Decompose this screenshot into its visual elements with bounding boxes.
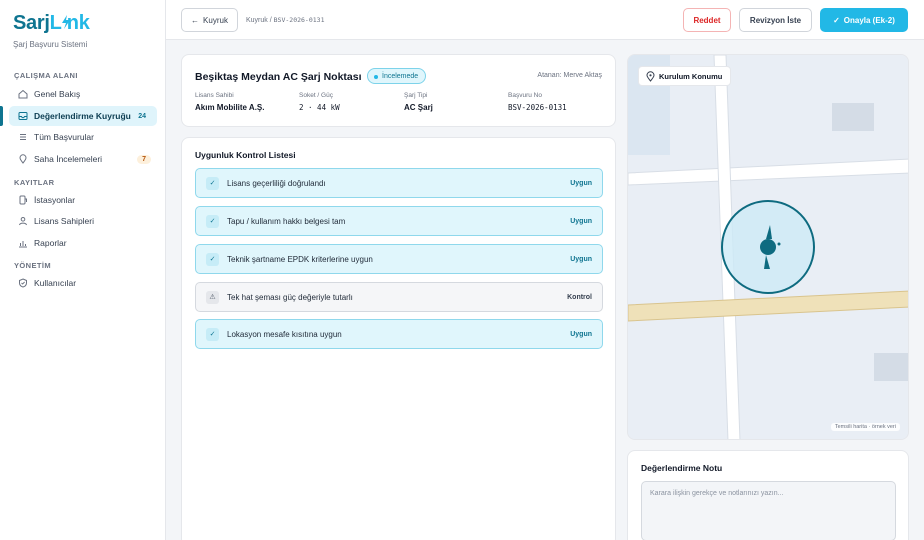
compliance-checklist-card: Uygunluk Kontrol Listesi ✓ Lisans geçerl… [181, 137, 616, 540]
status-badge: İncelemede [367, 68, 427, 84]
sidebar-item-label: Genel Bakış [34, 89, 81, 99]
application-title: Beşiktaş Meydan AC Şarj Noktası [195, 71, 362, 83]
brand-name-accent: i [61, 12, 70, 34]
checklist-item-label: Lisans geçerliliği doğrulandı [227, 178, 326, 188]
meta-license-holder: Lisans Sahibi Akım Mobilite A.Ş. [195, 92, 265, 112]
breadcrumb-prefix: Kuyruk / [246, 17, 274, 24]
check-icon: ✓ [833, 15, 840, 25]
back-button-label: Kuyruk [203, 15, 228, 25]
map-canvas[interactable] [628, 55, 909, 440]
sidebar-item-label: Kullanıcılar [34, 278, 77, 288]
checklist-item-label: Lokasyon mesafe kısıtına uygun [227, 329, 342, 339]
checklist-item-label: Teknik şartname EPDK kriterlerine uygun [227, 254, 373, 264]
location-label: Kurulum Konumu [638, 66, 732, 86]
meta-value: AC Şarj [404, 103, 433, 112]
meta-key: Soket / Güç [299, 92, 333, 99]
sidebar-item-label: Raporlar [34, 238, 67, 248]
check-icon: ✓ [206, 327, 219, 341]
sidebar-item-reports[interactable]: Raporlar [9, 233, 157, 253]
map-pin-icon [17, 153, 29, 165]
check-icon: ✓ [206, 176, 219, 190]
count-badge: 7 [137, 154, 151, 164]
sidebar-item-label: Saha İncelemeleri [34, 154, 103, 164]
reject-button-label: Reddet [693, 15, 721, 25]
sidebar-item-site-inspections[interactable]: Saha İncelemeleri 7 [9, 149, 157, 169]
brand-logo[interactable]: SarjLink [13, 12, 90, 35]
sidebar-item-label: Değerlendirme Kuyruğu [34, 111, 131, 121]
warning-icon: ⚠ [206, 290, 219, 304]
section-label-workspace: ÇALIŞMA ALANI [14, 71, 78, 80]
application-summary-card: Beşiktaş Meydan AC Şarj Noktası İnceleme… [181, 54, 616, 127]
sidebar-item-overview[interactable]: Genel Bakış [9, 84, 157, 104]
checklist-item[interactable]: ✓ Tapu / kullanım hakkı belgesi tam Uygu… [195, 206, 603, 236]
sidebar-item-users[interactable]: Kullanıcılar [9, 273, 157, 293]
location-map[interactable]: Kurulum Konumu Temsili harita · örnek ve… [627, 54, 909, 440]
approve-button[interactable]: ✓ Onayla (Ek-2) [820, 8, 908, 32]
request-revision-button[interactable]: Revizyon İste [739, 8, 812, 32]
sidebar-item-label: Tüm Başvurular [34, 132, 94, 142]
meta-value: BSV-2026-0131 [508, 103, 567, 112]
checklist-item[interactable]: ✓ Lisans geçerliliği doğrulandı Uygun [195, 168, 603, 198]
map-pin-icon [646, 71, 655, 84]
breadcrumb: Kuyruk / BSV-2026-0131 [246, 16, 325, 24]
list-icon [17, 131, 29, 143]
meta-value: Akım Mobilite A.Ş. [195, 103, 265, 112]
meta-charge-type: Şarj Tipi AC Şarj [404, 92, 433, 112]
sidebar-item-label: Lisans Sahipleri [34, 216, 95, 226]
checklist-item[interactable]: ✓ Teknik şartname EPDK kriterlerine uygu… [195, 244, 603, 274]
meta-key: Başvuru No [508, 92, 542, 99]
checklist-item-label: Tek hat şeması güç değeriyle tutarlı [227, 292, 353, 302]
breadcrumb-id: BSV-2026-0131 [273, 16, 325, 24]
checklist-item-status: Uygun [570, 217, 592, 225]
checklist-item-status: Kontrol [567, 293, 592, 301]
checklist-item[interactable]: ⚠ Tek hat şeması güç değeriyle tutarlı K… [195, 282, 603, 312]
sidebar-item-all-applications[interactable]: Tüm Başvurular [9, 127, 157, 147]
checklist-title: Uygunluk Kontrol Listesi [195, 150, 296, 160]
map-footnote: Temsili harita · örnek veri [830, 423, 900, 431]
meta-socket-power: Soket / Güç 2 · 44 kW [299, 92, 340, 112]
checklist-item-status: Uygun [570, 330, 592, 338]
top-bar: ← Kuyruk Kuyruk / BSV-2026-0131 Reddet R… [166, 0, 924, 40]
request-revision-button-label: Revizyon İste [749, 15, 802, 25]
sidebar: SarjLink Şarj Başvuru Sistemi ÇALIŞMA AL… [0, 0, 166, 540]
assignee-text: Atanan: Merve Aktaş [537, 72, 602, 79]
active-indicator [0, 106, 3, 126]
review-note-title: Değerlendirme Notu [641, 463, 723, 473]
check-icon: ✓ [206, 214, 219, 228]
checklist-item-status: Uygun [570, 179, 592, 187]
count-badge: 24 [138, 112, 146, 120]
back-button[interactable]: ← Kuyruk [181, 8, 238, 32]
meta-key: Lisans Sahibi [195, 92, 234, 99]
sidebar-item-label: İstasyonlar [34, 195, 76, 205]
approve-button-label: Onayla (Ek-2) [843, 15, 895, 25]
sidebar-item-license-holders[interactable]: Lisans Sahipleri [9, 211, 157, 231]
inbox-icon [17, 110, 29, 122]
sidebar-item-review-queue[interactable]: Değerlendirme Kuyruğu 24 [9, 106, 157, 126]
shield-icon [17, 277, 29, 289]
check-icon: ✓ [206, 252, 219, 266]
brand-subtitle: Şarj Başvuru Sistemi [13, 40, 88, 49]
user-icon [17, 215, 29, 227]
bar-chart-icon [17, 237, 29, 249]
checklist-item-status: Uygun [570, 255, 592, 263]
sidebar-item-stations[interactable]: İstasyonlar [9, 190, 157, 210]
bolt-icon [61, 15, 70, 29]
checklist-item[interactable]: ✓ Lokasyon mesafe kısıtına uygun Uygun [195, 319, 603, 349]
checklist-item-label: Tapu / kullanım hakkı belgesi tam [227, 216, 346, 226]
meta-key: Şarj Tipi [404, 92, 428, 99]
review-note-card: Değerlendirme Notu [627, 450, 909, 540]
home-icon [17, 88, 29, 100]
meta-value: 2 · 44 kW [299, 103, 340, 112]
arrow-left-icon: ← [191, 15, 200, 25]
meta-application-number: Başvuru No BSV-2026-0131 [508, 92, 567, 112]
reject-button[interactable]: Reddet [683, 8, 731, 32]
section-label-admin: YÖNETİM [14, 261, 51, 270]
brand-name-part: Sarj [13, 12, 50, 34]
review-note-input[interactable] [641, 481, 896, 540]
section-label-records: KAYITLAR [14, 178, 55, 187]
location-label-text: Kurulum Konumu [659, 71, 723, 81]
charger-icon [17, 194, 29, 206]
